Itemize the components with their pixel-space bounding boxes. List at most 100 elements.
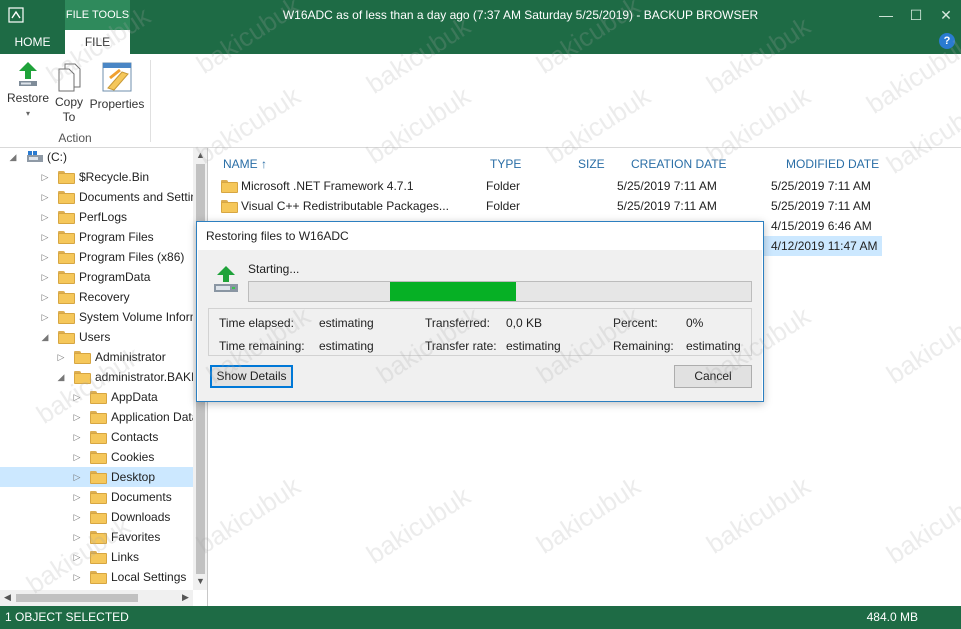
expand-arrow-icon[interactable]: ▷ xyxy=(40,247,50,267)
cell-type: Folder xyxy=(486,179,521,193)
dropdown-icon[interactable]: ▾ xyxy=(6,106,50,121)
expand-arrow-icon[interactable]: ▷ xyxy=(56,347,66,367)
scroll-left-icon[interactable]: ◀ xyxy=(0,590,15,605)
tree-item[interactable]: ▷ Documents xyxy=(0,487,193,507)
folder-icon xyxy=(58,311,75,324)
folder-icon xyxy=(90,531,107,544)
close-button[interactable]: ✕ xyxy=(931,0,961,30)
tree-item-root-drive[interactable]: ◢ (C:) xyxy=(0,148,193,167)
folder-icon xyxy=(90,571,107,584)
expand-arrow-icon[interactable]: ▷ xyxy=(40,167,50,187)
tree-item[interactable]: ▷ Administrator xyxy=(0,347,193,367)
copy-to-button[interactable]: Copy To xyxy=(52,60,86,125)
tree-item-label: Downloads xyxy=(111,510,171,524)
tree-item[interactable]: ▷ $Recycle.Bin xyxy=(0,167,193,187)
expand-arrow-icon[interactable]: ▷ xyxy=(72,567,82,587)
tree-item[interactable]: ▷ System Volume Informati xyxy=(0,307,193,327)
column-header-size[interactable]: SIZE xyxy=(578,157,605,171)
cell-modified: 5/25/2019 7:11 AM xyxy=(771,199,871,213)
collapse-arrow-icon[interactable]: ◢ xyxy=(40,327,50,347)
show-details-button[interactable]: Show Details xyxy=(210,365,293,388)
expand-arrow-icon[interactable]: ▷ xyxy=(40,227,50,247)
tree-item[interactable]: ▷ Links xyxy=(0,547,193,567)
restore-icon xyxy=(19,62,37,86)
folder-icon xyxy=(58,231,75,244)
tree-item[interactable]: ▷ Downloads xyxy=(0,507,193,527)
expand-arrow-icon[interactable]: ▷ xyxy=(72,507,82,527)
scrollbar-thumb[interactable] xyxy=(16,594,138,602)
table-row[interactable]: Visual C++ Redistributable Packages... Fo… xyxy=(210,196,882,216)
tab-home[interactable]: HOME xyxy=(0,30,65,54)
tree-item[interactable]: ▷ Application Data xyxy=(0,407,193,427)
time-remaining-label: Time remaining: xyxy=(219,339,305,353)
properties-button[interactable]: Properties xyxy=(89,60,145,112)
scroll-down-icon[interactable]: ▼ xyxy=(193,574,207,589)
expand-arrow-icon[interactable]: ▷ xyxy=(72,547,82,567)
cell-created: 5/25/2019 7:11 AM xyxy=(617,199,717,213)
expand-arrow-icon[interactable]: ▷ xyxy=(40,307,50,327)
tree-item[interactable]: ◢ administrator.BAKICU xyxy=(0,367,193,387)
dialog-body: Starting... Time elapsed: estimating Tra… xyxy=(198,250,762,401)
folder-icon xyxy=(90,491,107,504)
expand-arrow-icon[interactable]: ▷ xyxy=(72,467,82,487)
percent-label: Percent: xyxy=(613,316,658,330)
transfer-stats: Time elapsed: estimating Transferred: 0,… xyxy=(208,308,752,356)
expand-arrow-icon[interactable]: ▷ xyxy=(72,387,82,407)
tree-item-label: Contacts xyxy=(111,430,159,444)
tree-item[interactable]: ▷ Program Files xyxy=(0,227,193,247)
help-icon[interactable]: ? xyxy=(939,33,955,49)
collapse-arrow-icon[interactable]: ◢ xyxy=(56,367,66,387)
expand-arrow-icon[interactable]: ▷ xyxy=(72,427,82,447)
cell-modified: 4/12/2019 11:47 AM xyxy=(771,239,878,253)
tree-item-label: Documents xyxy=(111,490,172,504)
scroll-right-icon[interactable]: ▶ xyxy=(178,590,193,605)
tree-horizontal-scrollbar[interactable]: ◀ ▶ xyxy=(0,590,193,606)
cell-created: 5/25/2019 7:11 AM xyxy=(617,179,717,193)
column-header-type[interactable]: TYPE xyxy=(490,157,521,171)
tree-item[interactable]: ▷ AppData xyxy=(0,387,193,407)
cancel-button[interactable]: Cancel xyxy=(674,365,752,388)
expand-arrow-icon[interactable]: ▷ xyxy=(72,407,82,427)
tree-item[interactable]: ◢ Users xyxy=(0,327,193,347)
tree-item[interactable]: ▷ Contacts xyxy=(0,427,193,447)
tree-item[interactable]: ▷ Local Settings xyxy=(0,567,193,587)
minimize-button[interactable]: — xyxy=(871,0,901,30)
scroll-up-icon[interactable]: ▲ xyxy=(193,148,207,163)
column-header-name[interactable]: NAME ↑ xyxy=(223,157,267,171)
tree-item[interactable]: ▷ Desktop xyxy=(0,467,193,487)
tree-item-label: administrator.BAKICU xyxy=(95,370,193,384)
tree-item[interactable]: ▷ Favorites xyxy=(0,527,193,547)
collapse-arrow-icon[interactable]: ◢ xyxy=(8,148,18,167)
expand-arrow-icon[interactable]: ▷ xyxy=(72,527,82,547)
folder-icon xyxy=(58,291,75,304)
column-header-creation-date[interactable]: CREATION DATE xyxy=(631,157,727,171)
expand-arrow-icon[interactable]: ▷ xyxy=(40,207,50,227)
folder-icon xyxy=(90,431,107,444)
cell-name: Microsoft .NET Framework 4.7.1 xyxy=(241,179,414,193)
expand-arrow-icon[interactable]: ▷ xyxy=(40,267,50,287)
folder-icon xyxy=(58,171,75,184)
expand-arrow-icon[interactable]: ▷ xyxy=(40,187,50,207)
tree-item[interactable]: ▷ Recovery xyxy=(0,287,193,307)
tree-item[interactable]: ▷ Cookies xyxy=(0,447,193,467)
tree-item-label: Recovery xyxy=(79,290,130,304)
expand-arrow-icon[interactable]: ▷ xyxy=(72,487,82,507)
tree-item[interactable]: ▷ Documents and Settings xyxy=(0,187,193,207)
restore-button[interactable]: Restore ▾ xyxy=(6,60,50,121)
tree-item[interactable]: ▷ Program Files (x86) xyxy=(0,247,193,267)
ribbon-group-divider xyxy=(150,60,151,142)
folder-icon xyxy=(90,511,107,524)
table-row[interactable]: Microsoft .NET Framework 4.7.1 Folder 5/25… xyxy=(210,176,882,196)
expand-arrow-icon[interactable]: ▷ xyxy=(40,287,50,307)
tab-file[interactable]: FILE xyxy=(65,30,130,54)
folder-icon xyxy=(58,331,75,344)
column-header-modified-date[interactable]: MODIFIED DATE xyxy=(786,157,879,171)
tree-item[interactable]: ▷ PerfLogs xyxy=(0,207,193,227)
properties-label: Properties xyxy=(89,97,145,111)
maximize-button[interactable]: ☐ xyxy=(901,0,931,30)
time-elapsed-value: estimating xyxy=(319,316,374,330)
tree-item[interactable]: ▷ ProgramData xyxy=(0,267,193,287)
folder-icon xyxy=(90,551,107,564)
file-tools-context-tab: FILE TOOLS xyxy=(65,0,130,30)
expand-arrow-icon[interactable]: ▷ xyxy=(72,447,82,467)
